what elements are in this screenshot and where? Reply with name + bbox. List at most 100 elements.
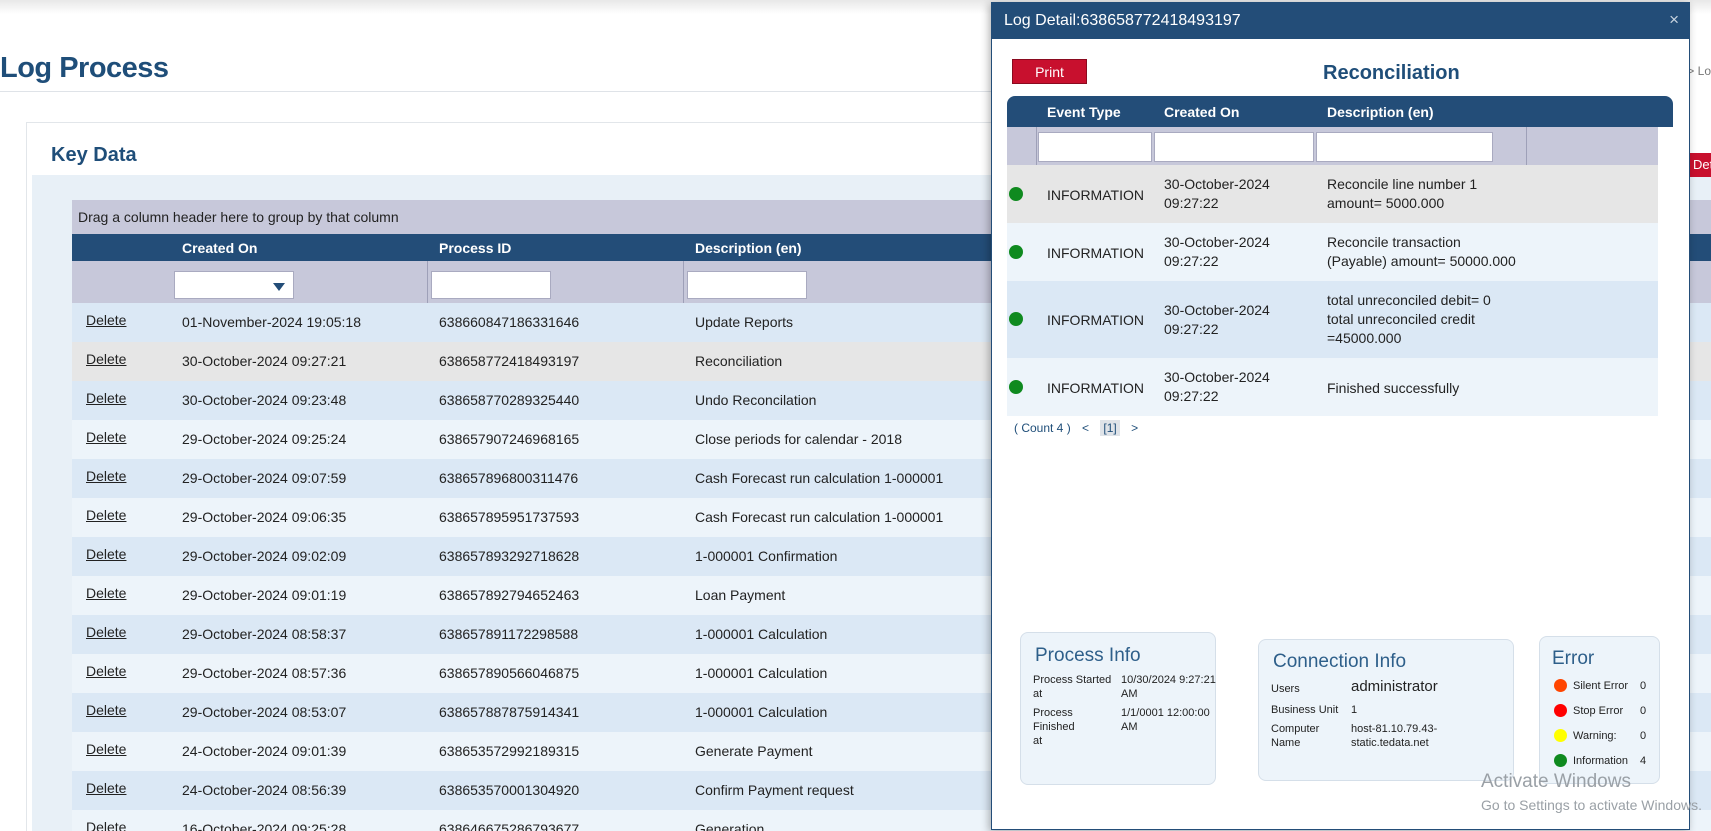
title-divider	[0, 91, 995, 92]
cell-process-id: 638657892794652463	[439, 587, 580, 603]
close-icon[interactable]: ×	[1669, 10, 1679, 30]
cell-description: 1-000001 Calculation	[695, 704, 828, 720]
description-line: total unreconciled credit	[1327, 311, 1475, 327]
delete-link[interactable]: Delete	[86, 390, 126, 406]
cell-created-on: 29-October-2024 08:53:07	[182, 704, 347, 720]
description-filter-input[interactable]	[687, 271, 807, 299]
cell-description: Loan Payment	[695, 587, 786, 603]
cell-description: Update Reports	[695, 314, 794, 330]
business-unit-value: 1	[1351, 704, 1358, 716]
header-process-id[interactable]: Process ID	[439, 240, 511, 256]
cell-event-type: INFORMATION	[1047, 380, 1144, 396]
cell-process-id: 638657907246968165	[439, 431, 580, 447]
delete-link[interactable]: Delete	[86, 780, 126, 796]
cell-description: Close periods for calendar - 2018	[695, 431, 903, 447]
cell-created-on: 30-October-2024 09:27:22	[1164, 301, 1304, 339]
table-row[interactable]: INFORMATION 30-October-2024 09:27:22 Fin…	[1007, 358, 1658, 416]
delete-link[interactable]: Delete	[86, 819, 126, 831]
detail-rows: INFORMATION 30-October-2024 09:27:22 Rec…	[1007, 165, 1658, 416]
description-filter-input[interactable]	[1316, 132, 1493, 162]
pager-prev-button[interactable]: <	[1082, 421, 1089, 435]
pager-page-1[interactable]: [1]	[1100, 420, 1120, 436]
created-on-filter-dropdown[interactable]	[1154, 132, 1314, 162]
error-title: Error	[1552, 648, 1595, 669]
log-detail-modal: Log Detail:638658772418493197 × Print Re…	[991, 2, 1690, 830]
cell-created-on: 24-October-2024 08:56:39	[182, 782, 347, 798]
delete-link[interactable]: Delete	[86, 663, 126, 679]
cell-process-id: 638660847186331646	[439, 314, 580, 330]
cell-description: Reconciliation	[695, 353, 783, 369]
cell-process-id: 638657896800311476	[439, 470, 579, 486]
details-button[interactable]: Det	[1689, 153, 1711, 177]
cell-description: Reconcile transaction (Payable) amount= …	[1327, 233, 1527, 271]
cell-created-on: 30-October-2024 09:27:21	[182, 353, 347, 369]
delete-link[interactable]: Delete	[86, 702, 126, 718]
delete-link[interactable]: Delete	[86, 351, 126, 367]
cell-created-on: 01-November-2024 19:05:18	[182, 314, 362, 330]
page-title: Log Process	[0, 52, 169, 84]
cell-process-id: 638658770289325440	[439, 392, 580, 408]
cell-process-id: 638657895951737593	[439, 509, 580, 525]
delete-link[interactable]: Delete	[86, 429, 126, 445]
cell-description: Undo Reconcilation	[695, 392, 817, 408]
table-row[interactable]: INFORMATION 30-October-2024 09:27:22 tot…	[1007, 281, 1658, 358]
cell-description: Finished successfully	[1327, 379, 1527, 398]
cell-process-id: 638657887875914341	[439, 704, 580, 720]
information-count: 4	[1640, 755, 1647, 767]
cell-created-on: 29-October-2024 09:02:09	[182, 548, 347, 564]
header-event-type[interactable]: Event Type	[1047, 104, 1121, 120]
delete-link[interactable]: Delete	[86, 585, 126, 601]
detail-filter-row	[1007, 127, 1658, 165]
process-started-value: 10/30/2024 9:27:21 AM	[1121, 673, 1217, 701]
pager-count: ( Count 4 )	[1014, 421, 1071, 435]
cell-created-on: 30-October-2024 09:27:22	[1164, 233, 1304, 271]
modal-header[interactable]: Log Detail:638658772418493197 ×	[992, 3, 1689, 39]
delete-link[interactable]: Delete	[86, 741, 126, 757]
delete-link[interactable]: Delete	[86, 312, 126, 328]
print-button[interactable]: Print	[1012, 59, 1087, 84]
created-date: 30-October-2024	[1164, 302, 1270, 318]
cell-event-type: INFORMATION	[1047, 312, 1144, 328]
header-created-on[interactable]: Created On	[182, 240, 257, 256]
process-id-filter-input[interactable]	[431, 271, 551, 299]
created-time: 09:27:22	[1164, 253, 1219, 269]
cell-description: 1-000001 Confirmation	[695, 548, 838, 564]
silent-error-count: 0	[1640, 680, 1647, 692]
cell-created-on: 30-October-2024 09:27:22	[1164, 368, 1304, 406]
stop-error-icon	[1554, 704, 1567, 717]
header-description[interactable]: Description (en)	[1327, 104, 1434, 120]
table-row[interactable]: INFORMATION 30-October-2024 09:27:22 Rec…	[1007, 165, 1658, 223]
delete-link[interactable]: Delete	[86, 546, 126, 562]
modal-subtitle: Reconciliation	[1323, 62, 1460, 84]
cell-description: Cash Forecast run calculation 1-000001	[695, 509, 944, 525]
header-description[interactable]: Description (en)	[695, 240, 802, 256]
label-line: Process Finished	[1033, 707, 1075, 733]
cell-process-id: 638658772418493197	[439, 353, 580, 369]
description-line: total unreconciled debit= 0	[1327, 292, 1491, 308]
information-label: Information	[1573, 755, 1629, 767]
computer-name-label: Computer Name	[1271, 722, 1319, 750]
activate-windows-hint: Go to Settings to activate Windows.	[1481, 797, 1702, 813]
created-time: 09:27:22	[1164, 321, 1219, 337]
table-row[interactable]: INFORMATION 30-October-2024 09:27:22 Rec…	[1007, 223, 1658, 281]
created-time: 09:27:22	[1164, 195, 1219, 211]
pager-next-button[interactable]: >	[1131, 421, 1138, 435]
value-line: 1/1/0001 12:00:00	[1121, 707, 1210, 719]
activate-windows-watermark: Activate Windows	[1481, 771, 1631, 792]
description-line: amount= 5000.000	[1327, 195, 1445, 211]
information-icon	[1554, 754, 1567, 767]
delete-link[interactable]: Delete	[86, 507, 126, 523]
cell-process-id: 638653572992189315	[439, 743, 580, 759]
modal-title: Log Detail:638658772418493197	[1004, 12, 1241, 29]
delete-link[interactable]: Delete	[86, 624, 126, 640]
cell-created-on: 29-October-2024 09:06:35	[182, 509, 347, 525]
delete-link[interactable]: Delete	[86, 468, 126, 484]
header-created-on[interactable]: Created On	[1164, 104, 1239, 120]
process-finished-label: Process Finished at	[1033, 706, 1117, 748]
filter-separator	[1036, 127, 1037, 165]
cell-event-type: INFORMATION	[1047, 245, 1144, 261]
cell-process-id: 638657890566046875	[439, 665, 580, 681]
breadcrumb[interactable]: > Lo	[1687, 64, 1711, 78]
created-on-filter-dropdown[interactable]	[174, 271, 294, 299]
event-type-filter-input[interactable]	[1038, 132, 1152, 162]
